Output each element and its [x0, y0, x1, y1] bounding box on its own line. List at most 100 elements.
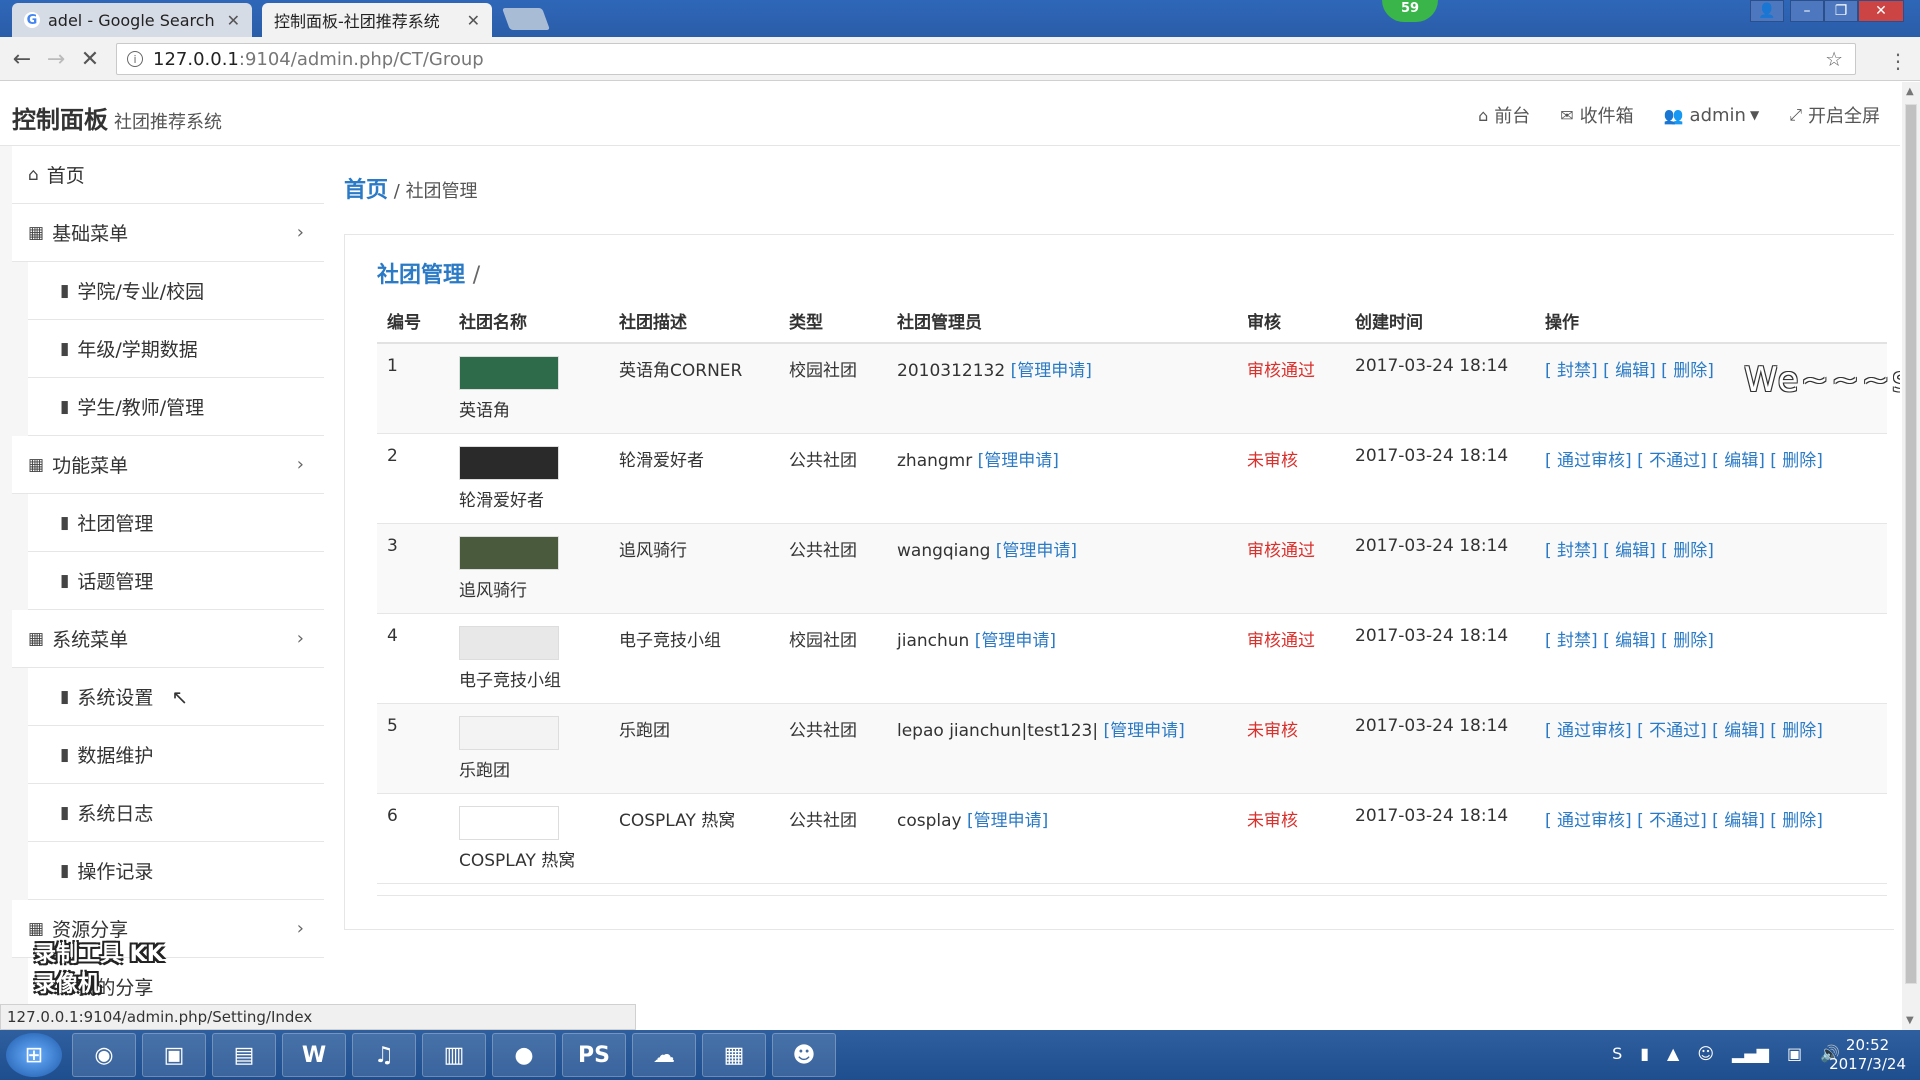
forward-icon[interactable]: → — [42, 45, 70, 73]
op-link[interactable]: [ 编辑] — [1603, 631, 1656, 651]
table-cell: 校园社团 — [779, 613, 887, 704]
close-icon[interactable]: ✕ — [467, 11, 480, 30]
op-link[interactable]: [ 编辑] — [1712, 721, 1765, 741]
recorder-icon[interactable]: ☻ — [772, 1033, 836, 1077]
sidebar-item-label: 学院/专业/校园 — [77, 281, 205, 303]
window-close-icon[interactable]: ✕ — [1858, 0, 1904, 22]
browser-tab-google[interactable]: G adel - Google Search ✕ — [12, 3, 252, 37]
sidebar-item-grade[interactable]: ▮ 年级/学期数据 — [28, 320, 324, 378]
page-scrollbar[interactable]: ▲ ▼ — [1902, 82, 1920, 1030]
op-link[interactable]: [ 删除] — [1661, 541, 1714, 561]
sidebar-item-logs[interactable]: ▮ 系统日志 — [28, 784, 324, 842]
op-link[interactable]: [ 封禁] — [1545, 631, 1598, 651]
qq-icon[interactable]: ☺ — [1697, 1044, 1714, 1063]
club-type: 公共社团 — [789, 811, 857, 831]
scrollbar-thumb[interactable] — [1905, 104, 1917, 984]
op-link[interactable]: [ 不通过] — [1637, 811, 1707, 831]
sidebar-group-system[interactable]: ▦ 系统菜单 › — [12, 610, 324, 668]
sidebar-group-function[interactable]: ▦ 功能菜单 › — [12, 436, 324, 494]
phpstorm-icon[interactable]: PS — [562, 1033, 626, 1077]
op-link[interactable]: [ 封禁] — [1545, 541, 1598, 561]
op-link[interactable]: [ 不通过] — [1637, 451, 1707, 471]
home-icon: ⌂ — [1478, 105, 1489, 125]
op-link[interactable]: [ 编辑] — [1603, 541, 1656, 561]
sidebar-item-maintenance[interactable]: ▮ 数据维护 — [28, 726, 324, 784]
minimize-icon[interactable]: – — [1790, 0, 1824, 22]
op-link[interactable]: [ 不通过] — [1637, 721, 1707, 741]
green-app-icon[interactable]: ● — [492, 1033, 556, 1077]
sidebar-item-people[interactable]: ▮ 学生/教师/管理 — [28, 378, 324, 436]
table-cell: 校园社团 — [779, 343, 887, 434]
taskbar-clock[interactable]: 20:52 2017/3/24 — [1829, 1036, 1906, 1074]
breadcrumb-home-link[interactable]: 首页 — [344, 178, 388, 203]
op-link[interactable]: [ 封禁] — [1545, 361, 1598, 381]
scroll-up-icon[interactable]: ▲ — [1906, 86, 1914, 97]
scroll-down-icon[interactable]: ▼ — [1906, 1015, 1914, 1026]
sidebar-item-topic-manage[interactable]: ▮ 话题管理 — [28, 552, 324, 610]
op-link[interactable]: [ 编辑] — [1603, 361, 1656, 381]
sidebar-item-club-manage[interactable]: ▮ 社团管理 — [28, 494, 324, 552]
op-link[interactable]: [ 通过审核] — [1545, 451, 1632, 471]
panel-title-text[interactable]: 社团管理 — [377, 263, 465, 288]
sidebar-item-records[interactable]: ▮ 操作记录 — [28, 842, 324, 900]
music-icon[interactable]: ♫ — [352, 1033, 416, 1077]
back-icon[interactable]: ← — [8, 45, 36, 73]
op-link[interactable]: [ 通过审核] — [1545, 811, 1632, 831]
nav-admin-dropdown[interactable]: 👥 admin ▼ — [1664, 102, 1760, 128]
table-row: 6 COSPLAY 热窝 COSPLAY 热窝 公共社团 cosplay [管理申请] 未… — [377, 793, 1887, 884]
admin-apply-link[interactable]: [管理申请] — [975, 631, 1056, 651]
sidebar-item-settings[interactable]: ▮ 系统设置 ↖ — [28, 668, 324, 726]
chrome-icon[interactable]: ◉ — [72, 1033, 136, 1077]
nav-fullscreen[interactable]: ⤢ 开启全屏 — [1789, 102, 1880, 128]
url-input[interactable]: i 127.0.0.1:9104/admin.php/CT/Group ☆ — [116, 43, 1856, 75]
network-icon[interactable]: ▂▄▆ — [1732, 1044, 1769, 1063]
admin-apply-link[interactable]: [管理申请] — [978, 451, 1059, 471]
admin-apply-link[interactable]: [管理申请] — [996, 541, 1077, 561]
app-icon[interactable]: ▣ — [142, 1033, 206, 1077]
brand[interactable]: 控制面板 社团推荐系统 — [12, 100, 222, 135]
op-link[interactable]: [ 编辑] — [1712, 811, 1765, 831]
sidebar-group-basic[interactable]: ▦ 基础菜单 › — [12, 204, 324, 262]
chart-app-icon[interactable]: ▥ — [422, 1033, 486, 1077]
table-cell: 公共社团 — [779, 523, 887, 614]
op-link[interactable]: [ 通过审核] — [1545, 721, 1632, 741]
explorer-icon[interactable]: ▤ — [212, 1033, 276, 1077]
op-link[interactable]: [ 删除] — [1770, 451, 1823, 471]
new-tab-button[interactable] — [501, 8, 551, 30]
start-button[interactable]: ⊞ — [6, 1033, 62, 1077]
nav-inbox[interactable]: ✉ 收件箱 — [1560, 102, 1633, 128]
op-link[interactable]: [ 删除] — [1661, 631, 1714, 651]
top-navbar: 控制面板 社团推荐系统 ⌂ 前台 ✉ 收件箱 👥 admin ▼ ⤢ 开启全屏 — [0, 82, 1900, 146]
admin-apply-link[interactable]: [管理申请] — [1011, 361, 1092, 381]
info-icon[interactable]: i — [127, 51, 143, 67]
sidebar-item-label: 资源分享 — [52, 919, 129, 941]
envelope-icon: ✉ — [1560, 105, 1574, 125]
admin-apply-link[interactable]: [管理申请] — [1103, 721, 1184, 741]
nav-frontend[interactable]: ⌂ 前台 — [1478, 102, 1530, 128]
admin-apply-link[interactable]: [管理申请] — [967, 811, 1048, 831]
close-icon[interactable]: ✕ — [227, 11, 240, 30]
op-link[interactable]: [ 删除] — [1661, 361, 1714, 381]
sidebar-item-label: 数据维护 — [77, 745, 154, 767]
cloud-icon[interactable]: ☁ — [632, 1033, 696, 1077]
maximize-icon[interactable]: ❐ — [1824, 0, 1858, 22]
op-link[interactable]: [ 删除] — [1770, 721, 1823, 741]
browser-tab-admin[interactable]: 控制面板-社团推荐系统 ✕ — [262, 3, 492, 37]
op-link[interactable]: [ 编辑] — [1712, 451, 1765, 471]
user-icon[interactable]: 👤 — [1750, 0, 1784, 22]
battery-icon[interactable]: ▮ — [1640, 1044, 1649, 1063]
input-method-icon[interactable]: S — [1612, 1044, 1622, 1063]
tray-expand-icon[interactable]: ▲ — [1667, 1044, 1679, 1063]
bookmark-star-icon[interactable]: ☆ — [1825, 47, 1843, 71]
control-panel-icon[interactable]: ▦ — [702, 1033, 766, 1077]
sidebar-item-college[interactable]: ▮ 学院/专业/校园 — [28, 262, 324, 320]
sidebar-item-home[interactable]: ⌂ 首页 — [12, 146, 324, 204]
table-cell: 4 — [377, 613, 449, 704]
browser-status-url: 127.0.0.1:9104/admin.php/Setting/Index — [0, 1004, 636, 1030]
wps-icon[interactable]: W — [282, 1033, 346, 1077]
monitor-icon[interactable]: ▣ — [1787, 1044, 1802, 1063]
stop-icon[interactable]: ✕ — [76, 45, 104, 73]
table-cell: 2 — [377, 433, 449, 524]
browser-menu-icon[interactable]: ⋮ — [1888, 49, 1908, 73]
op-link[interactable]: [ 删除] — [1770, 811, 1823, 831]
